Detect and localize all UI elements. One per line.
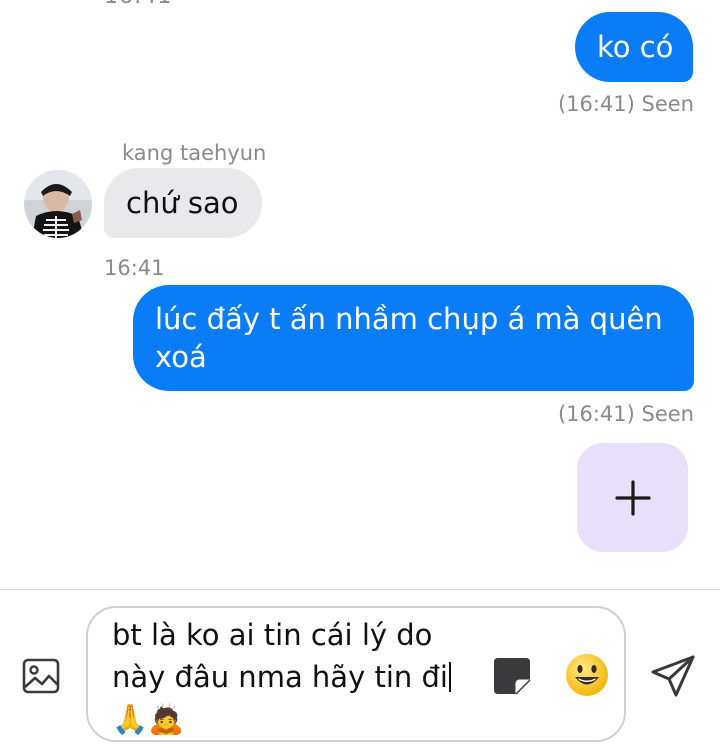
emoji-button[interactable] — [564, 652, 610, 698]
plus-icon — [614, 479, 651, 516]
message-input-text: bt là ko ai tin cái lý do này đâu nma hã… — [112, 614, 482, 740]
add-attachment-button[interactable] — [577, 443, 688, 552]
partial-timestamp: 16:41 — [104, 0, 172, 9]
message-time: 16:41 — [104, 256, 165, 280]
send-button[interactable] — [650, 653, 696, 699]
composer-divider — [0, 589, 720, 590]
image-gallery-icon — [22, 658, 60, 694]
sender-name: kang taehyun — [122, 141, 267, 165]
input-emoji: 🙏🙇 — [112, 702, 185, 736]
message-input[interactable]: bt là ko ai tin cái lý do này đâu nma hã… — [86, 606, 626, 742]
message-bubble-outgoing[interactable]: lúc đấy t ấn nhầm chụp á mà quên xoá — [133, 285, 694, 391]
message-bubble-outgoing[interactable]: ko có — [575, 12, 693, 82]
message-status: (16:41) Seen — [557, 92, 694, 116]
smiley-emoji-icon — [566, 654, 608, 696]
send-paper-plane-icon — [651, 655, 695, 697]
input-text-content: bt là ko ai tin cái lý do này đâu nma hã… — [112, 618, 448, 694]
message-bubble-incoming[interactable]: chứ sao — [104, 168, 262, 238]
text-caret — [448, 662, 451, 692]
sticker-button[interactable] — [492, 656, 532, 696]
sticker-icon — [494, 658, 531, 695]
avatar[interactable] — [24, 170, 92, 238]
gallery-button[interactable] — [22, 657, 60, 695]
message-status: (16:41) Seen — [557, 402, 694, 426]
